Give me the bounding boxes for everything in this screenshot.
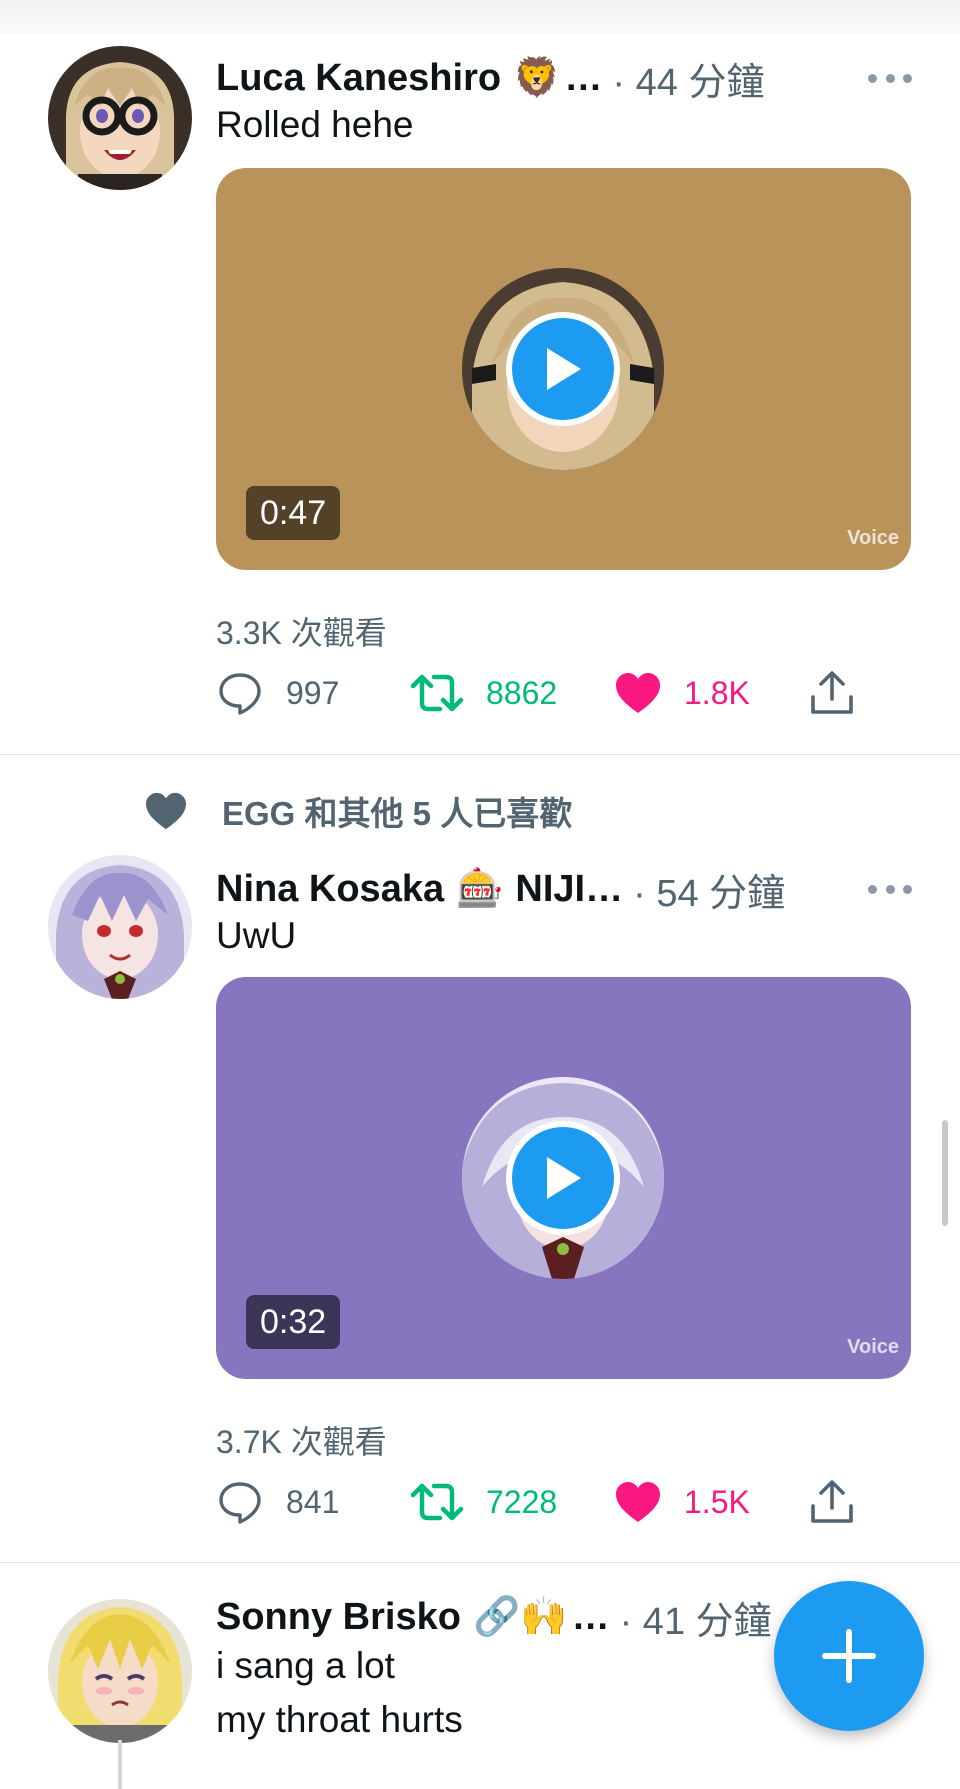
like-count: 1.8K (684, 674, 750, 711)
like-button[interactable]: 1.8K (614, 666, 750, 720)
timestamp[interactable]: · 41 分鐘 (620, 1590, 772, 1645)
tweet-header: Nina Kosaka 🎰 NIJI… · 54 分鐘 (216, 865, 890, 915)
retweet-count: 8862 (486, 674, 558, 711)
scrollbar[interactable] (942, 1120, 948, 1226)
video-duration: 0:32 (246, 1295, 341, 1349)
more-options-icon[interactable] (868, 54, 912, 102)
compose-tweet-button[interactable] (774, 1581, 924, 1731)
more-options-icon[interactable] (868, 865, 912, 913)
like-button[interactable]: 1.5K (614, 1475, 750, 1529)
avatar-sonny-image (48, 1599, 192, 1743)
retweet-button[interactable]: 7228 (410, 1475, 557, 1529)
reply-count: 841 (286, 1483, 340, 1520)
reply-button[interactable]: 841 (216, 1475, 339, 1529)
reply-button[interactable]: 997 (216, 666, 339, 720)
heart-icon (146, 792, 186, 830)
heart-filled-icon (616, 1482, 660, 1522)
share-button[interactable] (808, 1475, 856, 1529)
media-watermark: Voice (847, 1336, 899, 1358)
author-name[interactable]: Sonny Brisko (216, 1596, 461, 1639)
play-icon[interactable] (506, 1121, 620, 1235)
video-media[interactable]: 0:32 Voice (216, 977, 911, 1379)
speech-bubble-icon (219, 673, 261, 715)
tweet-text-line-1: i sang a lot (216, 1645, 395, 1686)
name-emoji: 🦁 (513, 57, 561, 99)
tweet-header: Luca Kaneshiro 🦁 … · 44 分鐘 (216, 54, 890, 104)
share-upload-icon (811, 1480, 853, 1523)
avatar[interactable] (48, 1599, 192, 1743)
social-context-text[interactable]: EGG 和其他 5 人已喜歡 (222, 787, 572, 835)
tweet-text-line-2: my throat hurts (216, 1699, 463, 1740)
tweet-luca[interactable]: Luca Kaneshiro 🦁 … · 44 分鐘 Rolled hehe 0… (0, 34, 960, 754)
timestamp[interactable]: · 44 分鐘 (612, 51, 764, 106)
retweet-arrows-icon (410, 1483, 464, 1521)
heart-filled-icon (616, 673, 660, 713)
social-context: EGG 和其他 5 人已喜歡 (144, 787, 572, 835)
avatar-nina-image (48, 855, 192, 999)
video-duration: 0:47 (246, 486, 341, 540)
view-count: 3.3K 次觀看 (216, 615, 387, 651)
tweet-text: Rolled hehe (216, 104, 414, 145)
tweet-nina[interactable]: EGG 和其他 5 人已喜歡 Nina Kosaka 🎰 NIJI… · 54 … (0, 755, 960, 1562)
timeline: Luca Kaneshiro 🦁 … · 44 分鐘 Rolled hehe 0… (0, 0, 960, 1789)
name-emoji: 🔗🙌 (472, 1596, 568, 1638)
media-watermark: Voice (847, 527, 899, 549)
tweet-header: Sonny Brisko 🔗🙌 … · 41 分鐘 (216, 1593, 780, 1643)
author-name[interactable]: Luca Kaneshiro (216, 57, 501, 100)
avatar[interactable] (48, 855, 192, 999)
name-emoji: 🎰 (456, 868, 504, 910)
retweet-count: 7228 (486, 1483, 558, 1520)
tweet-text: UwU (216, 915, 297, 956)
speech-bubble-icon (219, 1482, 261, 1524)
share-button[interactable] (808, 666, 856, 720)
avatar-luca-image (48, 46, 192, 190)
reply-count: 997 (286, 674, 340, 711)
action-bar: 997 8862 1.8K (216, 666, 920, 720)
avatar[interactable] (48, 46, 192, 190)
author-name[interactable]: Nina Kosaka (216, 868, 444, 911)
thread-connector (118, 1740, 122, 1789)
retweet-arrows-icon (410, 674, 464, 712)
plus-icon (822, 1629, 876, 1683)
name-truncation: … (564, 56, 603, 99)
author-name-suffix: NIJI… (515, 867, 624, 910)
share-upload-icon (811, 671, 853, 714)
name-truncation: … (571, 1595, 610, 1638)
view-count: 3.7K 次觀看 (216, 1424, 387, 1460)
retweet-button[interactable]: 8862 (410, 666, 557, 720)
action-bar: 841 7228 1.5K (216, 1475, 920, 1529)
play-icon[interactable] (506, 312, 620, 426)
like-count: 1.5K (684, 1483, 750, 1520)
top-bar-fade (0, 0, 960, 34)
timestamp[interactable]: · 54 分鐘 (633, 862, 785, 917)
video-media[interactable]: 0:47 Voice (216, 168, 911, 570)
